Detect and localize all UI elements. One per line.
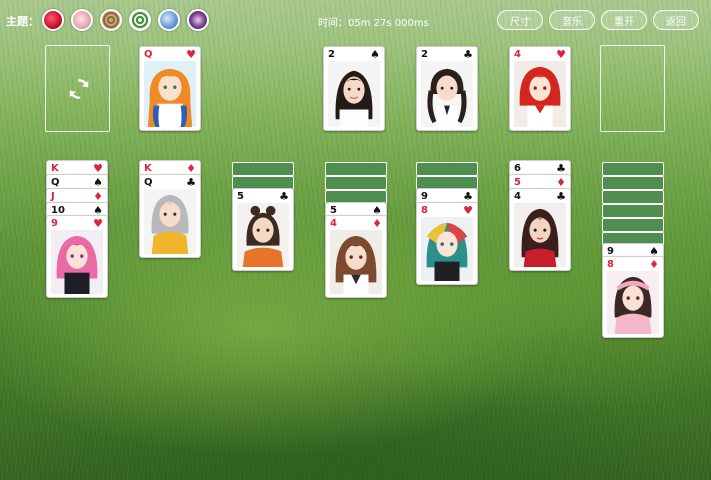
- card-portrait: [607, 271, 659, 334]
- foundation-1[interactable]: 2 ♠: [323, 46, 385, 131]
- game-timer: 时间：05m 27s 000ms: [318, 18, 429, 29]
- card-suit: ♥: [186, 48, 196, 61]
- card-portrait: [421, 61, 473, 127]
- tableau-card[interactable]: 8 ♥: [416, 202, 478, 285]
- tableau-card[interactable]: 4 ♣: [509, 188, 571, 271]
- theme-label: 主题：: [6, 15, 39, 28]
- card-portrait: [144, 189, 196, 254]
- card-rank: 4: [514, 191, 521, 202]
- card-suit: ♣: [186, 176, 196, 189]
- card-portrait: [330, 230, 382, 294]
- theme-swatch-wood[interactable]: [100, 9, 122, 31]
- card-suit: ♥: [556, 48, 566, 61]
- card-suit: ♥: [463, 204, 473, 217]
- facedown-card: [602, 218, 664, 232]
- card-suit: ♦: [649, 258, 659, 271]
- card-rank: Q: [144, 177, 153, 188]
- card-rank: 2: [421, 49, 428, 60]
- card-suit: ♦: [372, 217, 382, 230]
- size-button[interactable]: 尺寸: [497, 10, 543, 30]
- theme-swatch-rose[interactable]: [42, 9, 64, 31]
- tableau-card[interactable]: Q ♣: [139, 174, 201, 258]
- theme-swatch-pink-floral[interactable]: [71, 9, 93, 31]
- facedown-card: [602, 176, 664, 190]
- facedown-card: [325, 176, 387, 190]
- card-suit: ♥: [93, 217, 103, 230]
- card-rank: 8: [421, 205, 428, 216]
- foundation-3[interactable]: 4 ♥: [509, 46, 571, 131]
- facedown-card: [602, 162, 664, 176]
- card-portrait: [237, 203, 289, 267]
- restart-button[interactable]: 重开: [601, 10, 647, 30]
- card-rank: Q: [144, 49, 153, 60]
- theme-swatch-green-rings[interactable]: [129, 9, 151, 31]
- music-button[interactable]: 音乐: [549, 10, 595, 30]
- card-rank: 8: [607, 259, 614, 270]
- card-portrait: [514, 61, 566, 127]
- card-suit: ♣: [279, 190, 289, 203]
- facedown-card: [602, 190, 664, 204]
- tableau-card[interactable]: 4 ♦: [325, 215, 387, 298]
- facedown-card: [602, 204, 664, 218]
- tableau-card[interactable]: 8 ♦: [602, 256, 664, 338]
- card-portrait: [51, 230, 103, 294]
- card-rank: 9: [51, 218, 58, 229]
- card-rank: 2: [328, 49, 335, 60]
- card-rank: 4: [330, 218, 337, 229]
- stock-pile[interactable]: [45, 45, 110, 132]
- refresh-icon: [69, 79, 89, 99]
- card-suit: ♠: [370, 48, 380, 61]
- tableau-card[interactable]: 9 ♥: [46, 215, 108, 298]
- back-button[interactable]: 返回: [653, 10, 699, 30]
- facedown-card: [232, 162, 294, 176]
- card-portrait: [514, 203, 566, 267]
- foundation-4-empty[interactable]: [600, 45, 665, 132]
- theme-swatch-blue-sky[interactable]: [158, 9, 180, 31]
- facedown-card: [416, 162, 478, 176]
- theme-swatch-purple-flower[interactable]: [187, 9, 209, 31]
- facedown-card: [325, 162, 387, 176]
- tableau-card[interactable]: 5 ♣: [232, 188, 294, 271]
- card-portrait: [328, 61, 380, 127]
- card-rank: 4: [514, 49, 521, 60]
- card-suit: ♣: [463, 48, 473, 61]
- foundation-2[interactable]: 2 ♣: [416, 46, 478, 131]
- card-rank: 5: [237, 191, 244, 202]
- waste-card[interactable]: Q ♥: [139, 46, 201, 131]
- card-portrait: [144, 61, 196, 127]
- card-portrait: [421, 217, 473, 281]
- card-suit: ♣: [556, 190, 566, 203]
